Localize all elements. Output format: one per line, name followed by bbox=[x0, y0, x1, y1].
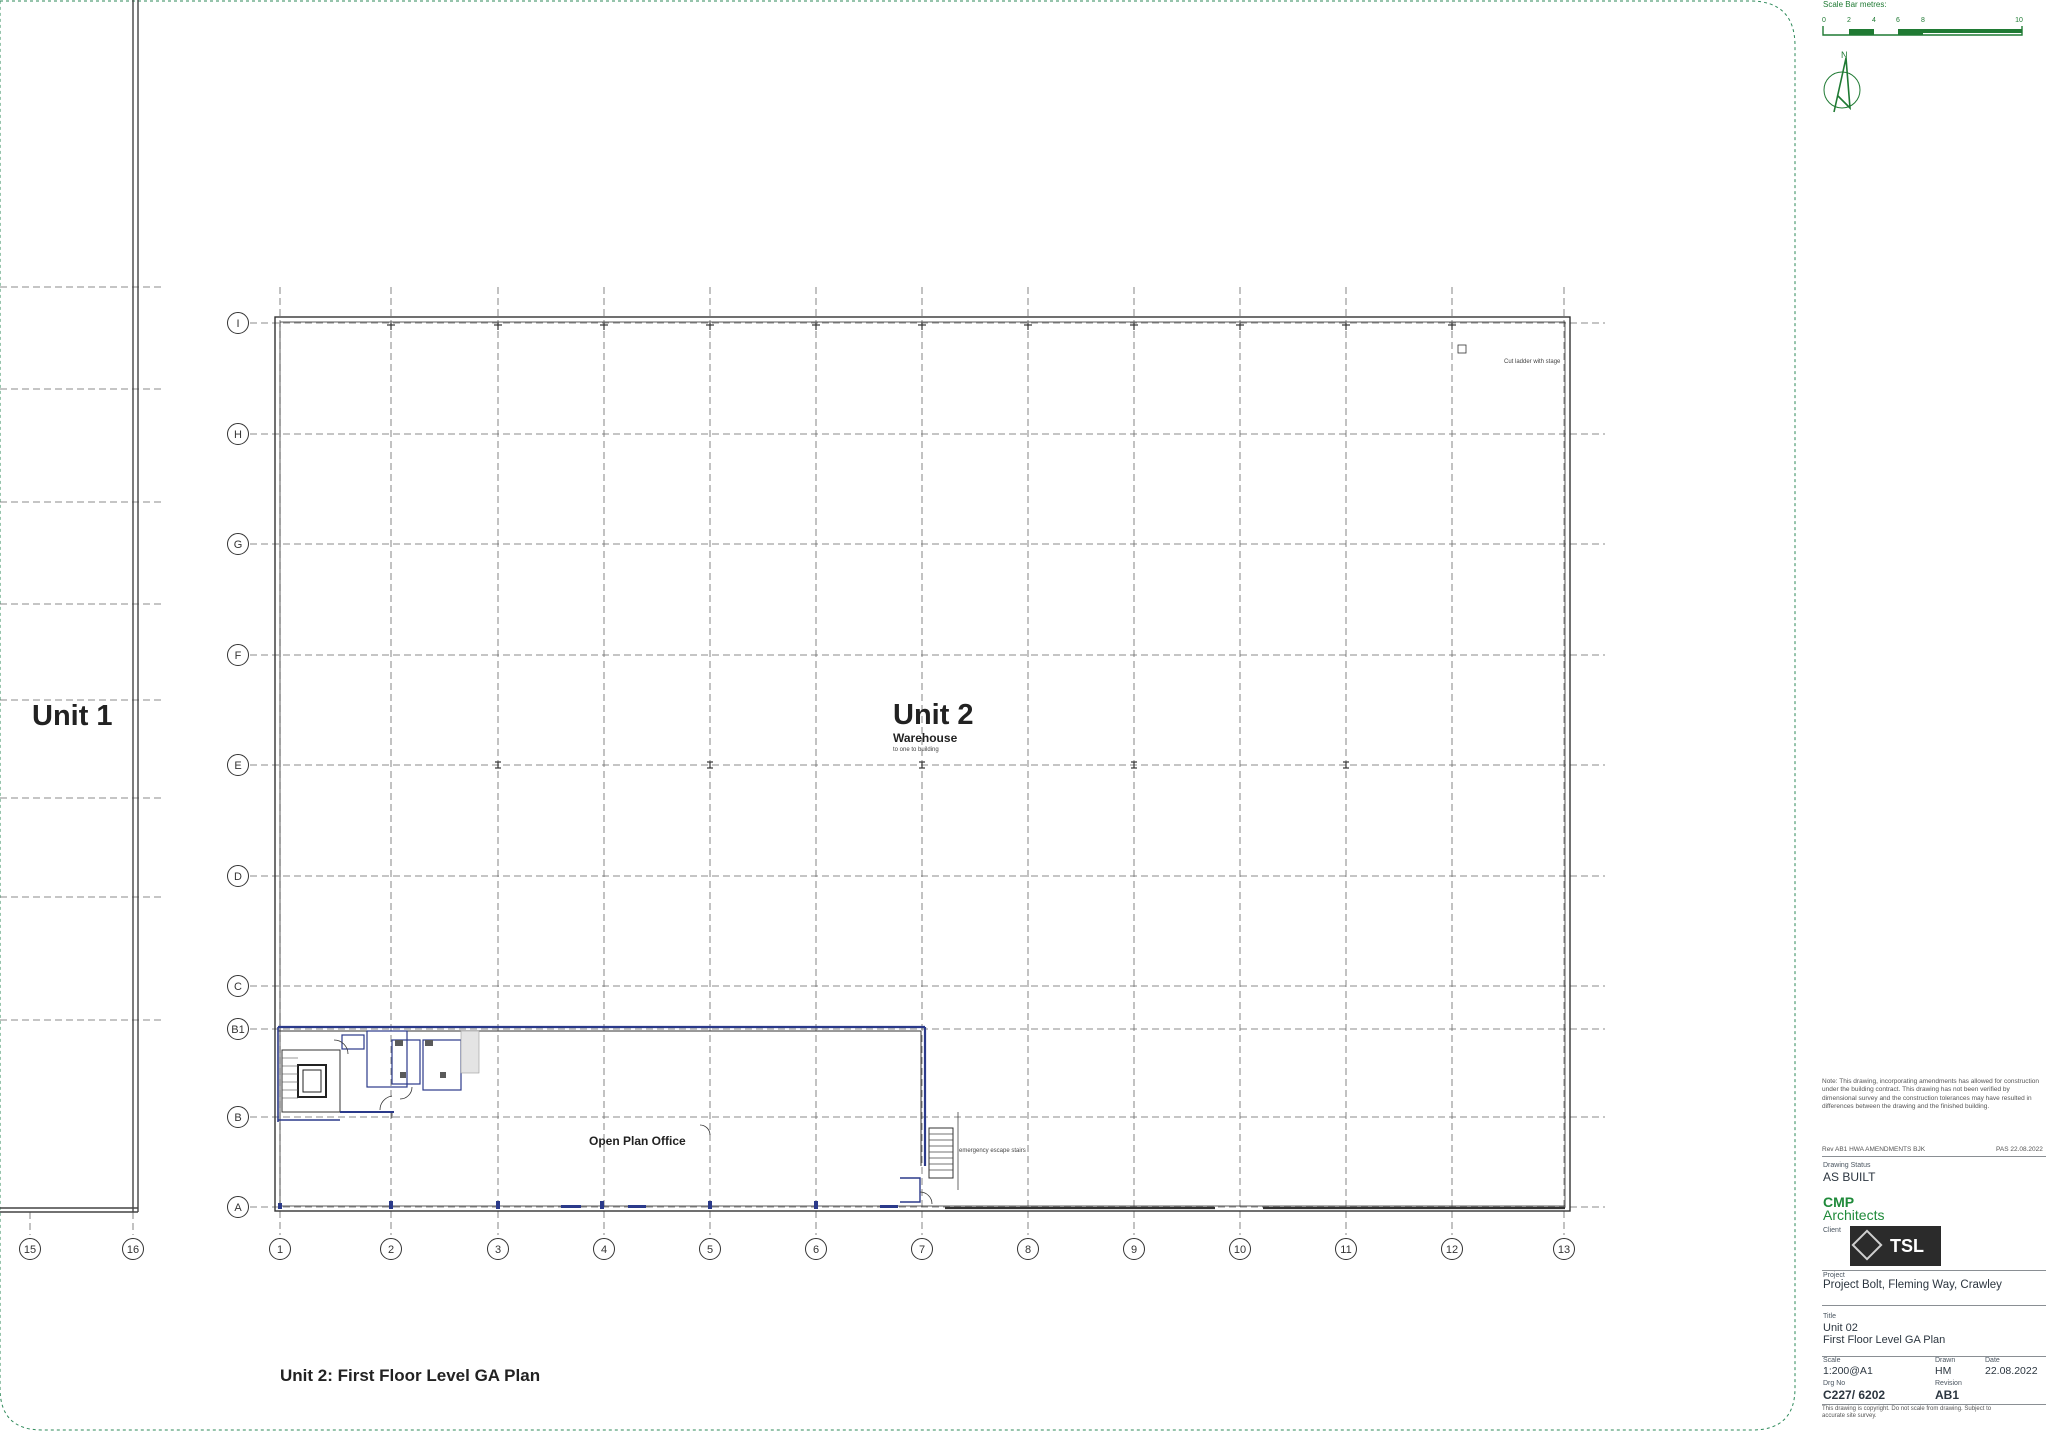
grid-col-11: 11 bbox=[1335, 1238, 1357, 1260]
grid-bubbles: IHGFEDCB1BA1 2 3 4 5 6 7 8 9 10 11 12 1315 16 bbox=[19, 312, 1575, 1260]
title-block: Note: This drawing, incorporating amendm… bbox=[1820, 0, 2048, 1432]
grid-col-2-label: 2 bbox=[388, 1244, 394, 1256]
unit1-wall bbox=[0, 0, 139, 1213]
tb-drawn-value: HM bbox=[1935, 1365, 1952, 1377]
grid-col-left-16: 16 bbox=[122, 1238, 144, 1260]
grid-row-c-label: C bbox=[234, 981, 242, 993]
grid-row-a: A bbox=[227, 1196, 249, 1218]
grid-col-left-16-label: 16 bbox=[127, 1244, 139, 1256]
grid-row-e-label: E bbox=[234, 760, 241, 772]
grid-col-2: 2 bbox=[380, 1238, 402, 1260]
grid-row-a-label: A bbox=[234, 1202, 242, 1214]
tb-title-label: Title bbox=[1823, 1313, 1836, 1320]
tb-revision-label: Revision bbox=[1935, 1380, 1962, 1387]
grid-col-9: 9 bbox=[1123, 1238, 1145, 1260]
client-logo-icon bbox=[1851, 1229, 1883, 1261]
warehouse-label: Warehouse bbox=[893, 731, 958, 745]
grid-row-b: B bbox=[227, 1106, 249, 1128]
tb-date-label: Date bbox=[1985, 1357, 2000, 1364]
grid-col-left-15-label: 15 bbox=[24, 1244, 36, 1256]
grid-col-12: 12 bbox=[1441, 1238, 1463, 1260]
tb-title-line2: First Floor Level GA Plan bbox=[1823, 1334, 1946, 1346]
grid-col-3: 3 bbox=[487, 1238, 509, 1260]
tb-copyright: This drawing is copyright. Do not scale … bbox=[1822, 1406, 1992, 1419]
grid-row-g-label: G bbox=[234, 539, 243, 551]
grid-row-h-label: H bbox=[234, 429, 242, 441]
firm-sub: Architects bbox=[1823, 1207, 1885, 1223]
grid-col-13: 13 bbox=[1553, 1238, 1575, 1260]
grid-col-4-label: 4 bbox=[601, 1244, 607, 1256]
unit1-label: Unit 1 bbox=[32, 700, 113, 732]
grid-col-10: 10 bbox=[1229, 1238, 1251, 1260]
grid-col-left-15: 15 bbox=[19, 1238, 41, 1260]
tb-drgno-value: C227/ 6202 bbox=[1823, 1388, 1886, 1402]
grid-col-8: 8 bbox=[1017, 1238, 1039, 1260]
tb-revision-value: AB1 bbox=[1935, 1388, 1960, 1402]
grid-col-9-label: 9 bbox=[1131, 1244, 1137, 1256]
grid-col-1: 1 bbox=[269, 1238, 291, 1260]
grid-col-6-label: 6 bbox=[813, 1244, 819, 1256]
plan-title: Unit 2: First Floor Level GA Plan bbox=[280, 1366, 540, 1385]
grid-row-f: F bbox=[227, 644, 249, 666]
grid-col-4: 4 bbox=[593, 1238, 615, 1260]
grid-row-e: E bbox=[227, 754, 249, 776]
grid-row-c: C bbox=[227, 975, 249, 997]
tb-project-label: Project bbox=[1823, 1272, 1845, 1279]
client-logo: TSL bbox=[1850, 1226, 1941, 1266]
grid-row-f-label: F bbox=[235, 650, 242, 662]
tb-rev-right: PAS 22.08.2022 bbox=[1996, 1146, 2043, 1153]
grid-col-13-label: 13 bbox=[1558, 1244, 1570, 1256]
tb-date-value: 22.08.2022 bbox=[1985, 1365, 2038, 1377]
warehouse-sublabel: to one to building bbox=[893, 747, 939, 753]
office-block bbox=[277, 1025, 1565, 1210]
grid-row-i-label: I bbox=[236, 318, 239, 330]
client-logo-text: TSL bbox=[1890, 1236, 1924, 1256]
ladder-marker bbox=[1457, 344, 1467, 354]
grid-col-5: 5 bbox=[699, 1238, 721, 1260]
grid-row-d: D bbox=[227, 865, 249, 887]
ladder-note: Cut ladder with stage bbox=[1504, 359, 1561, 365]
grid-col-12-label: 12 bbox=[1446, 1244, 1458, 1256]
tb-scale-value: 1:200@A1 bbox=[1823, 1365, 1873, 1377]
tb-rev-left: Rev AB1 HWA AMENDMENTS BJK bbox=[1822, 1146, 1926, 1153]
grid-row-b-label: B bbox=[234, 1112, 241, 1124]
grid-row-b1-label: B1 bbox=[231, 1024, 244, 1036]
grid-row-i: I bbox=[227, 312, 249, 334]
grid-row-h: H bbox=[227, 423, 249, 445]
grid-col-11-label: 11 bbox=[1340, 1244, 1351, 1256]
tb-note: Note: This drawing, incorporating amendm… bbox=[1822, 1078, 2040, 1111]
floor-plan-drawing: IHGFEDCB1BA1 2 3 4 5 6 7 8 9 10 11 12 1315 16 bbox=[0, 0, 2023, 1431]
grid-col-8-label: 8 bbox=[1025, 1244, 1031, 1256]
office-label: Open Plan Office bbox=[589, 1134, 686, 1148]
grid-col-7-label: 7 bbox=[919, 1244, 925, 1256]
tb-drgno-label: Drg No bbox=[1823, 1380, 1846, 1387]
unit2-label: Unit 2 bbox=[893, 699, 974, 731]
grid-row-g: G bbox=[227, 533, 249, 555]
grid-col-7: 7 bbox=[911, 1238, 933, 1260]
tb-drawn-label: Drawn bbox=[1935, 1357, 1956, 1364]
tb-client-label: Client bbox=[1823, 1227, 1841, 1234]
tb-scale-label: Scale bbox=[1823, 1357, 1841, 1364]
grid-row-b1: B1 bbox=[227, 1018, 249, 1040]
tb-status-value: AS BUILT bbox=[1823, 1170, 1876, 1184]
escape-stairs-label: emergency escape stairs bbox=[959, 1148, 1026, 1154]
grid-col-3-label: 3 bbox=[495, 1244, 501, 1256]
grid-col-5-label: 5 bbox=[707, 1244, 713, 1256]
grid-row-d-label: D bbox=[234, 871, 242, 883]
grid-col-10-label: 10 bbox=[1234, 1244, 1246, 1256]
tb-project-value: Project Bolt, Fleming Way, Crawley bbox=[1823, 1279, 2002, 1291]
tb-title-line1: Unit 02 bbox=[1823, 1322, 1858, 1334]
grid-col-6: 6 bbox=[805, 1238, 827, 1260]
grid-col-1-label: 1 bbox=[277, 1244, 283, 1256]
tb-status-label: Drawing Status bbox=[1823, 1162, 1871, 1169]
